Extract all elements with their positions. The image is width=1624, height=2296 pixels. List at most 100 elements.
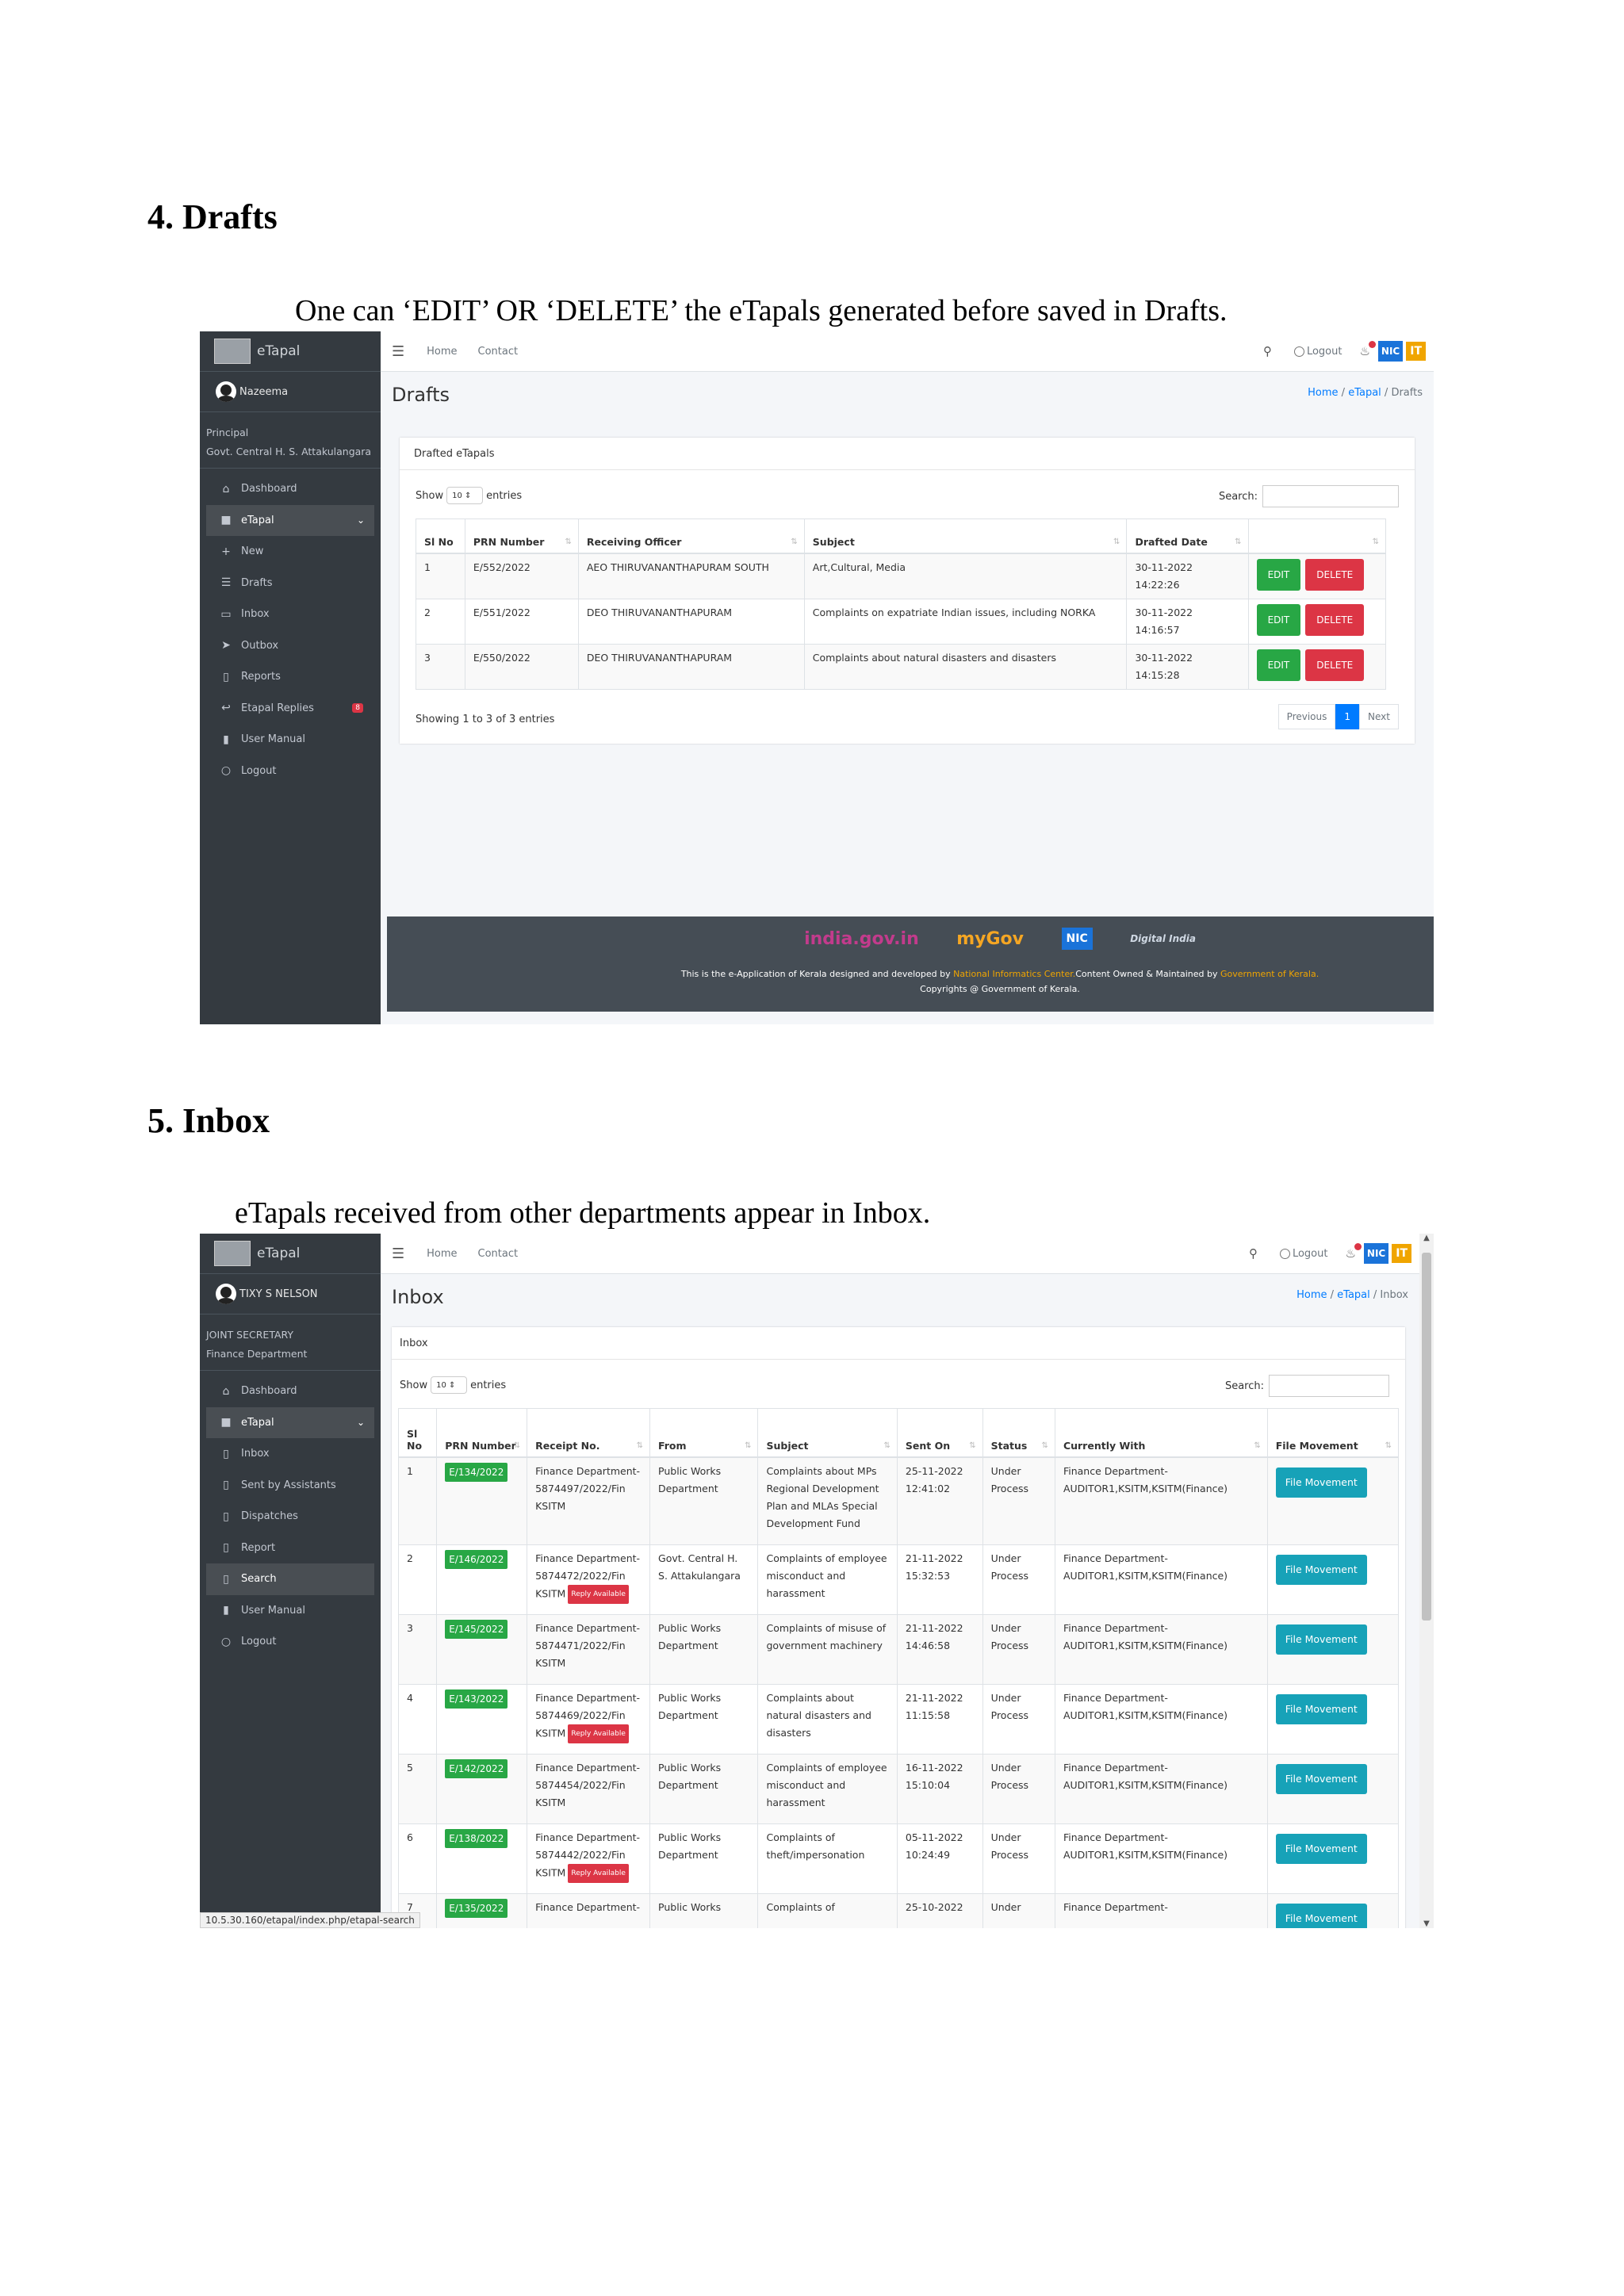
edit-button[interactable]: EDIT [1256,559,1301,591]
user-panel[interactable]: Nazeema [200,372,381,412]
nav-etapal[interactable]: ■ eTapal ⌄ [206,1406,374,1438]
nav-home-link[interactable]: Home [427,346,457,358]
nav-dispatches[interactable]: ▯ Dispatches [206,1501,374,1533]
nav-logout[interactable]: ○ Logout [206,756,374,787]
delete-button[interactable]: DELETE [1305,649,1365,681]
nav-new[interactable]: + New [206,536,374,568]
prn-badge[interactable]: E/142/2022 [445,1758,508,1778]
file-movement-button[interactable]: File Movement [1275,1763,1367,1794]
prn-badge[interactable]: E/138/2022 [445,1828,508,1848]
column-header[interactable]: Subject ⇅ [803,519,1128,554]
column-header[interactable]: Drafted Date ⇅ [1126,519,1249,554]
hamburger-menu-icon[interactable]: ☰ [392,343,404,360]
scroll-down-icon[interactable]: ▼ [1419,1919,1434,1928]
next-page-button[interactable]: Next [1359,704,1399,729]
search-icon[interactable]: ⚲ [1263,344,1272,358]
show-label: Show [400,1379,428,1391]
logout-link[interactable]: Logout [1279,1248,1327,1260]
brand[interactable]: eTapal [200,1234,381,1274]
breadcrumb-home[interactable]: Home [1308,387,1338,399]
nav-reports[interactable]: ▯ Reports [206,661,374,693]
breadcrumb: Home / eTapal / Inbox [1297,1289,1408,1301]
vertical-scrollbar[interactable]: ▲ ▼ [1419,1234,1434,1928]
column-header[interactable]: Status ⇅ [982,1408,1055,1458]
breadcrumb-etapal[interactable]: eTapal [1348,387,1381,399]
india-gov-logo[interactable]: india.gov.in [804,929,919,949]
nav-home-link[interactable]: Home [427,1248,457,1260]
cell-file-movement: File Movement [1266,1544,1400,1615]
column-header[interactable]: ⇅ [1247,519,1387,554]
file-movement-button[interactable]: File Movement [1275,1903,1367,1928]
column-header[interactable]: Subject ⇅ [757,1408,898,1458]
column-header[interactable]: Sent On ⇅ [896,1408,983,1458]
nav-inbox[interactable]: ▯ Inbox [206,1438,374,1470]
edit-button[interactable]: EDIT [1256,604,1301,636]
column-header[interactable]: Currently With ⇅ [1054,1408,1268,1458]
nav-dashboard[interactable]: ⌂ Dashboard [206,1376,374,1407]
file-movement-button[interactable]: File Movement [1275,1833,1367,1864]
delete-button[interactable]: DELETE [1305,604,1365,636]
nav-logout[interactable]: ○ Logout [206,1626,374,1658]
column-header[interactable]: Receipt No. ⇅ [527,1408,651,1458]
kerala-gov-link[interactable]: Government of Kerala. [1220,969,1319,979]
prn-badge[interactable]: E/145/2022 [445,1619,508,1639]
file-movement-button[interactable]: File Movement [1275,1693,1367,1724]
nav-dashboard[interactable]: ⌂ Dashboard [206,473,374,505]
search-icon[interactable]: ⚲ [1249,1246,1258,1261]
search-input[interactable] [1269,1375,1389,1397]
notification-bell-icon[interactable]: ♨ [1359,341,1376,358]
column-header[interactable]: Sl No [416,519,465,554]
nav-search[interactable]: ▯ Search [206,1563,374,1595]
hamburger-menu-icon[interactable]: ☰ [392,1246,404,1262]
nav-outbox[interactable]: ➤ Outbox [206,630,374,662]
breadcrumb-etapal[interactable]: eTapal [1337,1289,1370,1301]
column-header[interactable]: From ⇅ [649,1408,759,1458]
cell-file-movement: File Movement [1266,1823,1400,1894]
nic-footer-logo[interactable]: NIC [1061,928,1093,950]
breadcrumb-home[interactable]: Home [1297,1289,1327,1301]
nav-contact-link[interactable]: Contact [478,346,519,358]
prn-badge[interactable]: E/143/2022 [445,1689,508,1709]
file-movement-button[interactable]: File Movement [1275,1468,1367,1498]
search-input[interactable] [1262,485,1399,507]
cell-from: Public Works Department [649,1613,759,1685]
file-movement-button[interactable]: File Movement [1275,1554,1367,1585]
user-panel[interactable]: TIXY S NELSON [200,1274,381,1314]
brand[interactable]: eTapal [200,331,381,372]
nav-drafts[interactable]: ☰ Drafts [206,568,374,599]
nav-etapal[interactable]: ■ eTapal ⌄ [206,504,374,536]
nav-report[interactable]: ▯ Report [206,1533,374,1564]
nav-contact-link[interactable]: Contact [478,1248,519,1260]
nav-sent-by-assistants[interactable]: ▯ Sent by Assistants [206,1470,374,1502]
file-icon: ▯ [223,1479,229,1492]
nic-link[interactable]: National Informatics Center. [953,969,1075,979]
column-header[interactable]: PRN Number ⇅ [436,1408,528,1458]
scrollbar-thumb[interactable] [1422,1253,1431,1621]
logout-link[interactable]: Logout [1293,346,1342,358]
mygov-logo[interactable]: myGov [956,929,1024,949]
column-header[interactable]: Receiving Officer ⇅ [577,519,805,554]
edit-button[interactable]: EDIT [1256,649,1301,681]
previous-page-button[interactable]: Previous [1277,704,1336,729]
page-1-button[interactable]: 1 [1335,704,1360,729]
column-header[interactable]: PRN Number ⇅ [464,519,579,554]
nav-inbox[interactable]: ▭ Inbox [206,599,374,630]
notification-bell-icon[interactable]: ♨ [1345,1243,1362,1261]
scroll-up-icon[interactable]: ▲ [1419,1234,1434,1242]
prn-badge[interactable]: E/135/2022 [445,1898,508,1918]
column-header-label: Sent On [905,1440,951,1452]
column-header[interactable]: Sl No [397,1408,438,1458]
prn-badge[interactable]: E/146/2022 [445,1549,508,1569]
nav-user-manual[interactable]: ▮ User Manual [206,1595,374,1627]
delete-button[interactable]: DELETE [1305,559,1365,591]
nav-etapal-replies[interactable]: ↩ Etapal Replies 8 [206,693,374,725]
column-header[interactable]: File Movement ⇅ [1266,1408,1400,1458]
cell-sl: 2 [397,1544,438,1615]
entries-select[interactable]: 10 ⇕ [431,1376,468,1394]
cell-file-movement: File Movement [1266,1753,1400,1824]
file-movement-button[interactable]: File Movement [1275,1624,1367,1655]
entries-select[interactable]: 10 ⇕ [446,487,484,504]
prn-badge[interactable]: E/134/2022 [445,1463,508,1482]
digital-india-logo[interactable]: Digital India [1130,933,1196,944]
nav-user-manual[interactable]: ▮ User Manual [206,724,374,756]
